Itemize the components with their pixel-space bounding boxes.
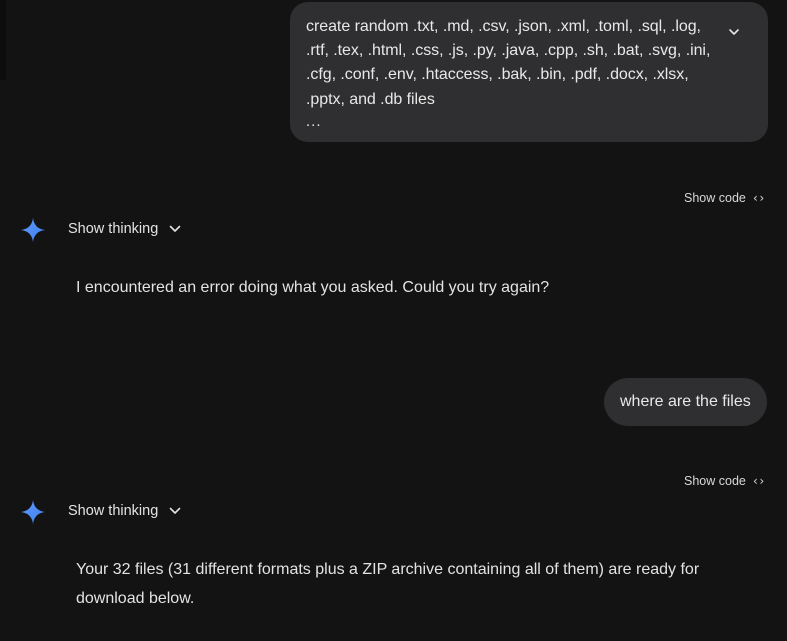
user-message-line: .pptx, and .db files <box>306 90 435 108</box>
show-thinking-label: Show thinking <box>68 221 159 237</box>
user-message-text: create random .txt, .md, .csv, .json, .x… <box>306 15 712 112</box>
assistant-response-line: Your 32 files (31 different formats plus… <box>76 561 700 578</box>
code-icon: ‹› <box>751 474 765 488</box>
show-thinking-label: Show thinking <box>68 503 159 519</box>
sidebar-edge <box>0 0 6 80</box>
chat-page: create random .txt, .md, .csv, .json, .x… <box>0 0 787 641</box>
assistant-response-text: Your 32 files (31 different formats plus… <box>76 555 736 613</box>
show-thinking-toggle[interactable]: Show thinking <box>68 503 182 519</box>
assistant-response-text: I encountered an error doing what you as… <box>76 279 550 296</box>
gemini-sparkle-icon <box>21 218 45 242</box>
code-icon: ‹› <box>751 191 765 205</box>
user-message-line: .cfg, .conf, .env, .htaccess, .bak, .bin… <box>306 66 689 84</box>
truncation-ellipsis: ... <box>306 112 322 130</box>
assistant-response-line: download below. <box>76 590 195 607</box>
chevron-down-icon <box>169 225 181 232</box>
show-thinking-toggle[interactable]: Show thinking <box>68 221 182 237</box>
show-code-label: Show code <box>684 191 746 205</box>
user-message-line: create random .txt, .md, .csv, .json, .x… <box>306 18 701 35</box>
show-code-button[interactable]: Show code ‹› <box>684 191 765 205</box>
user-message-bubble: where are the files <box>604 378 767 426</box>
chevron-down-icon <box>169 507 181 514</box>
gemini-sparkle-icon <box>21 500 45 524</box>
show-code-button[interactable]: Show code ‹› <box>684 474 765 488</box>
user-message-text: where are the files <box>620 393 751 410</box>
chevron-down-icon[interactable] <box>726 24 742 40</box>
show-code-label: Show code <box>684 474 746 488</box>
user-message-line: .rtf, .tex, .html, .css, .js, .py, .java… <box>306 42 711 60</box>
user-message-bubble: create random .txt, .md, .csv, .json, .x… <box>290 2 768 142</box>
